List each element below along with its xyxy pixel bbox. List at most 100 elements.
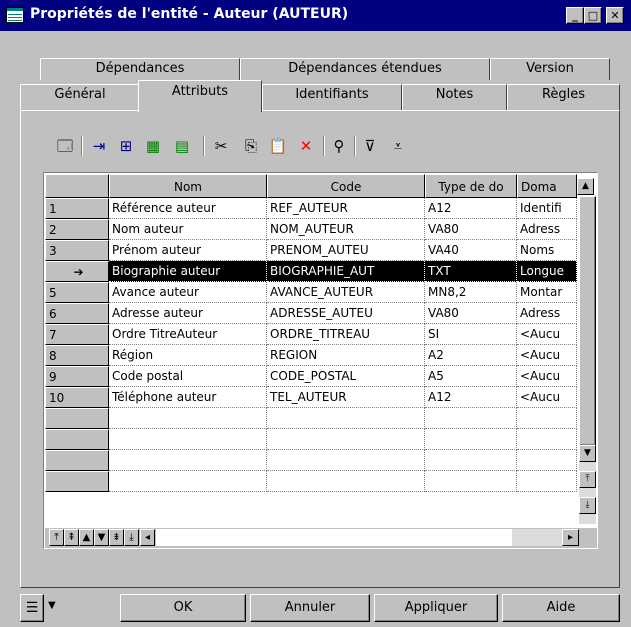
apply-button[interactable]: Appliquer (374, 594, 498, 622)
tab-dependances[interactable]: Dépendances (40, 58, 240, 80)
previous-row-icon[interactable]: ▲ (79, 529, 94, 546)
cell-type[interactable]: A12 (425, 198, 517, 219)
row-number[interactable]: 10 (45, 387, 109, 408)
table-row[interactable] (44, 408, 577, 429)
first-row-icon[interactable]: ⤒ (49, 529, 64, 546)
maximize-button[interactable]: □ (584, 7, 602, 24)
table-row[interactable]: 8 Région REGION A2 <Aucu (44, 345, 577, 366)
cell-code[interactable]: ORDRE_TITREAU (267, 324, 425, 345)
cell-nom[interactable]: Biographie auteur (109, 261, 267, 282)
cell-type[interactable]: A12 (425, 387, 517, 408)
ok-button[interactable]: OK (120, 594, 246, 622)
cell-domaine[interactable]: Longue (517, 261, 577, 282)
cell-type[interactable] (425, 471, 517, 492)
cell-domaine[interactable]: Adress (517, 219, 577, 240)
cell-type[interactable]: TXT (425, 261, 517, 282)
scroll-page-down-icon[interactable]: ⤓ (579, 497, 596, 514)
cell-nom[interactable] (109, 408, 267, 429)
cell-type[interactable] (425, 408, 517, 429)
chevron-down-icon[interactable]: ▼ (48, 600, 56, 611)
cell-domaine[interactable]: <Aucu (517, 387, 577, 408)
cell-type[interactable] (425, 429, 517, 450)
cell-type[interactable]: VA80 (425, 219, 517, 240)
cell-code[interactable]: PRENOM_AUTEU (267, 240, 425, 261)
cut-icon[interactable]: ✂ (209, 135, 233, 157)
horizontal-scrollbar[interactable] (156, 529, 512, 546)
tab-dependances-etendues[interactable]: Dépendances étendues (240, 58, 490, 80)
column-header-nom[interactable]: Nom (109, 174, 267, 198)
scroll-up-icon[interactable]: ▲ (577, 178, 594, 195)
cell-domaine[interactable] (517, 450, 577, 471)
tab-version[interactable]: Version (490, 58, 610, 80)
cell-code[interactable]: AVANCE_AUTEUR (267, 282, 425, 303)
minimize-button[interactable]: _ (566, 7, 584, 24)
cell-nom[interactable] (109, 429, 267, 450)
delete-icon[interactable]: ✕ (294, 135, 318, 157)
cell-type[interactable]: MN8,2 (425, 282, 517, 303)
cell-code[interactable]: NOM_AUTEUR (267, 219, 425, 240)
row-number[interactable]: 3 (45, 240, 109, 261)
paste-icon[interactable]: 📋 (266, 135, 290, 157)
cell-domaine[interactable] (517, 429, 577, 450)
cell-domaine[interactable]: Adress (517, 303, 577, 324)
cell-domaine[interactable] (517, 471, 577, 492)
cancel-button[interactable]: Annuler (250, 594, 370, 622)
tab-attributs[interactable]: Attributs (138, 80, 262, 112)
column-header-domaine[interactable]: Doma (517, 174, 577, 198)
cell-type[interactable]: A5 (425, 366, 517, 387)
cell-domaine[interactable]: <Aucu (517, 324, 577, 345)
table-row[interactable] (44, 450, 577, 471)
cell-type[interactable]: A2 (425, 345, 517, 366)
table-row[interactable] (44, 471, 577, 492)
customize-columns-icon[interactable]: ⩡ (386, 135, 410, 157)
close-button[interactable]: ✕ (606, 7, 624, 24)
cell-code[interactable] (267, 408, 425, 429)
cell-nom[interactable]: Nom auteur (109, 219, 267, 240)
row-number[interactable]: 5 (45, 282, 109, 303)
cell-type[interactable]: SI (425, 324, 517, 345)
table-row[interactable]: 3 Prénom auteur PRENOM_AUTEU VA40 Noms (44, 240, 577, 261)
tab-identifiants[interactable]: Identifiants (262, 84, 402, 110)
copy-icon[interactable]: ⎘ (239, 135, 263, 157)
table-row[interactable]: 10 Téléphone auteur TEL_AUTEUR A12 <Aucu (44, 387, 577, 408)
cell-nom[interactable] (109, 450, 267, 471)
cell-domaine[interactable] (517, 408, 577, 429)
column-header-code[interactable]: Code (267, 174, 425, 198)
title-bar[interactable]: Propriétés de l'entité - Auteur (AUTEUR)… (0, 0, 631, 31)
cell-nom[interactable]: Ordre TitreAuteur (109, 324, 267, 345)
last-row-icon[interactable]: ⤓ (124, 529, 139, 546)
cell-nom[interactable]: Code postal (109, 366, 267, 387)
row-number[interactable]: ➔ (45, 261, 109, 282)
table-row[interactable]: 2 Nom auteur NOM_AUTEUR VA80 Adress (44, 219, 577, 240)
filter-icon[interactable]: ⊽ (358, 135, 382, 157)
attributes-grid[interactable]: Nom Code Type de do Doma ▲ 1 Référence au… (43, 172, 598, 549)
cell-nom[interactable]: Prénom auteur (109, 240, 267, 261)
cell-domaine[interactable]: Identifi (517, 198, 577, 219)
cell-code[interactable] (267, 450, 425, 471)
cell-nom[interactable]: Avance auteur (109, 282, 267, 303)
tab-general[interactable]: Général (20, 84, 140, 110)
cell-domaine[interactable]: <Aucu (517, 366, 577, 387)
cell-nom[interactable]: Référence auteur (109, 198, 267, 219)
cell-nom[interactable]: Téléphone auteur (109, 387, 267, 408)
cell-code[interactable] (267, 471, 425, 492)
cell-code[interactable]: BIOGRAPHIE_AUT (267, 261, 425, 282)
cell-code[interactable]: REGION (267, 345, 425, 366)
row-number[interactable]: 9 (45, 366, 109, 387)
list-menu-icon[interactable]: ☰ (20, 594, 44, 622)
row-number[interactable]: 7 (45, 324, 109, 345)
help-button[interactable]: Aide (502, 594, 620, 622)
row-number[interactable] (45, 408, 109, 429)
row-number[interactable] (45, 429, 109, 450)
tab-regles[interactable]: Règles (507, 84, 620, 110)
scroll-page-up-icon[interactable]: ⤒ (579, 471, 596, 488)
cell-domaine[interactable]: Montar (517, 282, 577, 303)
page-up-icon[interactable]: ⇞ (64, 529, 79, 546)
table-row[interactable] (44, 429, 577, 450)
cell-code[interactable]: REF_AUTEUR (267, 198, 425, 219)
reuse-attributes-icon[interactable]: ▤ (170, 135, 194, 157)
scroll-down-icon[interactable]: ▼ (579, 445, 596, 462)
table-row[interactable]: ➔ Biographie auteur BIOGRAPHIE_AUT TXT Longu… (44, 261, 577, 282)
table-row[interactable]: 7 Ordre TitreAuteur ORDRE_TITREAU SI <Aucu (44, 324, 577, 345)
table-row[interactable]: 6 Adresse auteur ADRESSE_AUTEU VA80 Adress (44, 303, 577, 324)
